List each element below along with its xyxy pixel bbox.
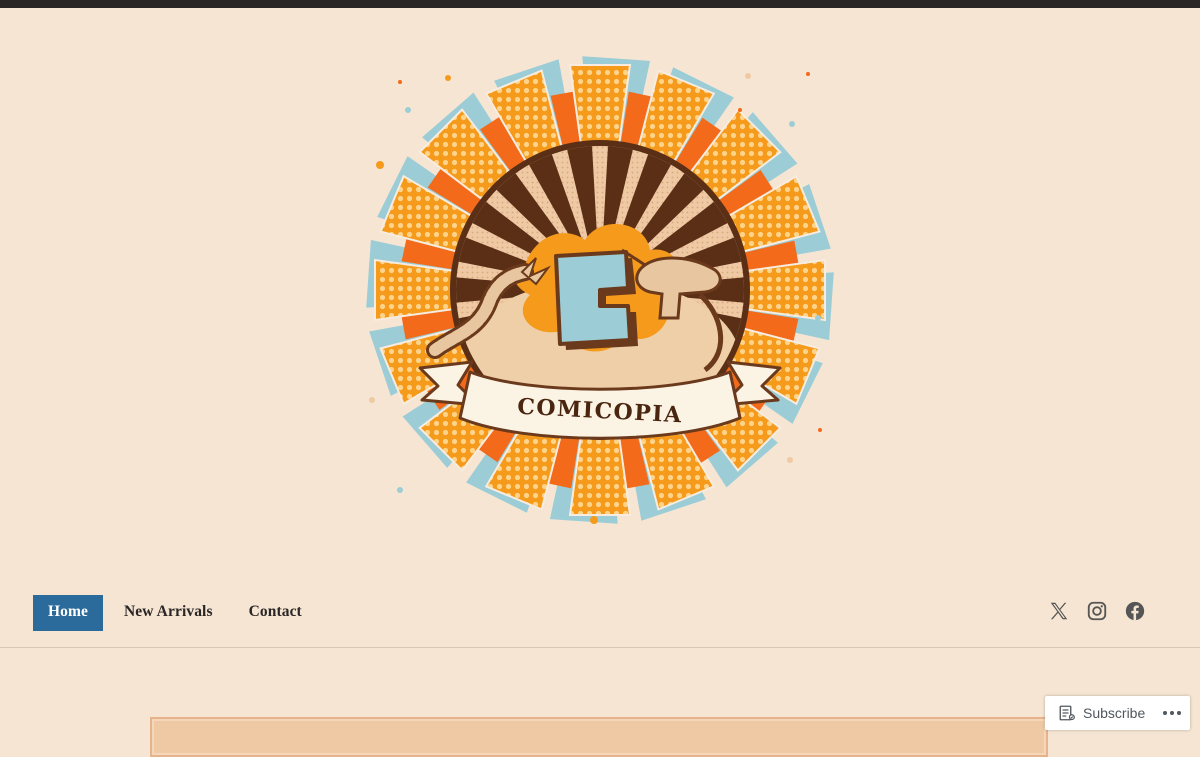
subscribe-bar: Subscribe <box>1045 696 1190 730</box>
logo-confetti-dot <box>590 516 598 524</box>
logo-confetti-dot <box>815 315 821 321</box>
logo-confetti-dot <box>405 107 411 113</box>
logo-confetti-dot <box>397 487 403 493</box>
logo-confetti-dot <box>738 108 742 112</box>
facebook-icon[interactable] <box>1124 600 1146 622</box>
logo-confetti-dot <box>787 457 793 463</box>
header-divider <box>0 647 1200 648</box>
subscribe-label: Subscribe <box>1083 705 1146 721</box>
logo-confetti-dot <box>398 80 402 84</box>
primary-navigation: Home New Arrivals Contact <box>33 595 323 631</box>
comicopia-logo-graphic: COMICOPIA <box>366 56 834 524</box>
logo-confetti-dot <box>445 75 451 81</box>
ellipsis-icon <box>1163 711 1181 715</box>
logo-confetti-dot <box>789 121 795 127</box>
content-card <box>150 717 1048 757</box>
logo-confetti-dot <box>806 72 810 76</box>
more-options-button[interactable] <box>1157 696 1187 730</box>
site-logo[interactable]: COMICOPIA <box>360 50 840 530</box>
nav-item-contact[interactable]: Contact <box>234 595 317 631</box>
nav-item-new-arrivals[interactable]: New Arrivals <box>109 595 228 631</box>
logo-confetti-dot <box>745 73 751 79</box>
logo-confetti-dot <box>818 428 822 432</box>
logo-confetti-dot <box>369 397 375 403</box>
top-bar <box>0 0 1200 8</box>
nav-item-home[interactable]: Home <box>33 595 103 631</box>
logo-confetti-dot <box>376 161 384 169</box>
instagram-icon[interactable] <box>1086 600 1108 622</box>
subscribe-button[interactable]: Subscribe <box>1045 696 1150 730</box>
x-icon[interactable] <box>1048 600 1070 622</box>
reader-icon <box>1059 705 1075 721</box>
